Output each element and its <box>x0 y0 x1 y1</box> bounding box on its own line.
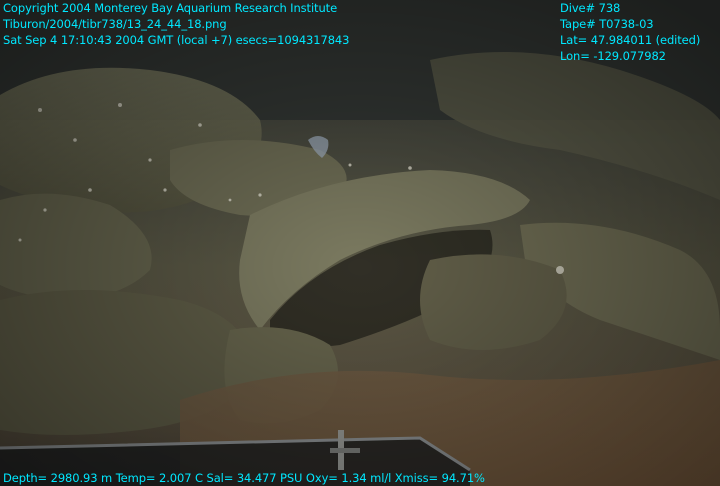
longitude-text: Lon= -129.077982 <box>560 49 666 63</box>
overlay-top-right: Dive# 738 Tape# T0738-03 Lat= 47.984011 … <box>560 0 700 64</box>
overlay-top-left: Copyright 2004 Monterey Bay Aquarium Res… <box>3 0 349 48</box>
sensor-readout-text: Depth= 2980.93 m Temp= 2.007 C Sal= 34.4… <box>3 471 485 485</box>
overlay-bottom-sensors: Depth= 2980.93 m Temp= 2.007 C Sal= 34.4… <box>3 470 485 486</box>
timestamp-text: Sat Sep 4 17:10:43 2004 GMT (local +7) e… <box>3 33 350 47</box>
camera-frame: Copyright 2004 Monterey Bay Aquarium Res… <box>0 0 720 486</box>
latitude-text: Lat= 47.984011 (edited) <box>560 33 701 47</box>
image-path-text: Tiburon/2004/tibr738/13_24_44_18.png <box>3 17 227 31</box>
seafloor-scene <box>0 0 720 486</box>
copyright-text: Copyright 2004 Monterey Bay Aquarium Res… <box>3 1 338 15</box>
dive-number-text: Dive# 738 <box>560 1 621 15</box>
tape-number-text: Tape# T0738-03 <box>560 17 654 31</box>
